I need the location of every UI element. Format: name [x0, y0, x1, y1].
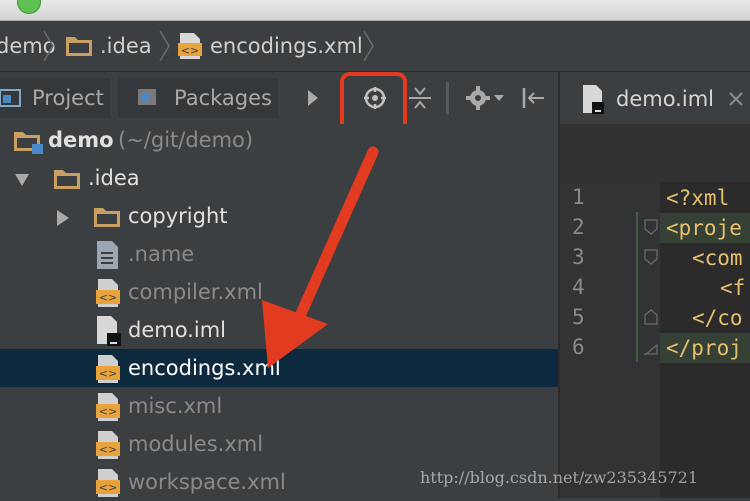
watermark-text: http://blog.csdn.net/zw235345721 [420, 468, 699, 487]
annotation-arrow [262, 146, 379, 368]
